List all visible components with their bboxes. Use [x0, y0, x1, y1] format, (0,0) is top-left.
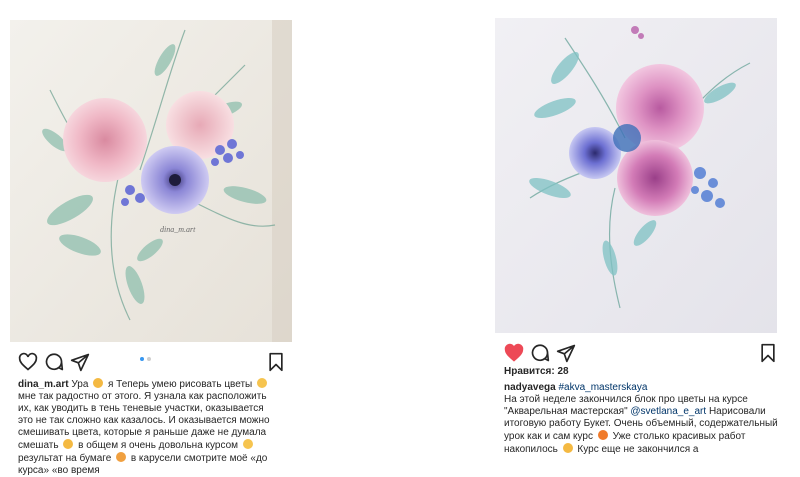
- carousel-dot: [147, 357, 151, 361]
- smile-emoji-icon: [63, 439, 74, 449]
- caption-text: Ура: [71, 379, 89, 390]
- carousel-dot-active: [140, 357, 144, 361]
- caption-text: результат на бумаге: [18, 453, 112, 464]
- caption-text: в общем я очень довольна курсом: [78, 440, 239, 451]
- carousel-indicator: [140, 357, 151, 361]
- photo-signature: dina_m.art: [160, 225, 196, 234]
- post-username[interactable]: dina_m.art: [18, 379, 69, 390]
- comment-icon[interactable]: [44, 352, 64, 372]
- post-photo-peony-bouquet[interactable]: [495, 18, 777, 333]
- hashtag-link[interactable]: #akva_masterskaya: [558, 382, 647, 393]
- clap-emoji-icon: [242, 439, 253, 449]
- post-photo-peony-bouquet[interactable]: dina_m.art: [10, 20, 292, 342]
- post-actions-left: [18, 352, 293, 376]
- thumbs-emoji-icon: [116, 452, 127, 462]
- likes-count[interactable]: Нравится: 28: [504, 366, 569, 377]
- mention-link[interactable]: @svetlana_e_art: [630, 406, 706, 417]
- share-icon[interactable]: [70, 352, 90, 372]
- watercolor-bouquet-image: [495, 18, 777, 333]
- bookmark-icon[interactable]: [266, 352, 286, 372]
- post-caption-left: dina_m.art Ура я Теперь умею рисовать цв…: [18, 378, 280, 477]
- heart-icon[interactable]: [504, 343, 524, 363]
- heart-eyes-emoji-icon: [562, 443, 573, 453]
- post-username[interactable]: nadyavega: [504, 382, 556, 393]
- clap-emoji-icon: [257, 378, 268, 388]
- watercolor-bouquet-image: dina_m.art: [10, 20, 292, 342]
- caption-text: я Теперь умею рисовать цветы: [107, 379, 253, 390]
- fire-emoji-icon: [597, 430, 608, 440]
- share-icon[interactable]: [556, 343, 576, 363]
- comment-icon[interactable]: [530, 343, 550, 363]
- post-caption-right: nadyavega #akva_masterskaya На этой неде…: [504, 382, 786, 456]
- bookmark-icon[interactable]: [758, 343, 778, 363]
- post-actions-right: [504, 343, 779, 367]
- smile-emoji-icon: [93, 378, 104, 388]
- heart-icon[interactable]: [18, 352, 38, 372]
